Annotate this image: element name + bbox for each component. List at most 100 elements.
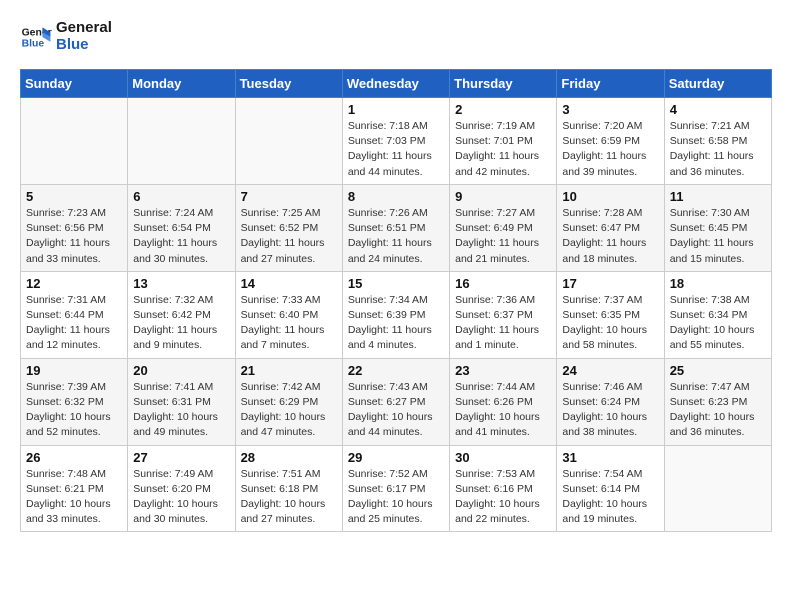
day-number: 17 — [562, 276, 658, 291]
day-info: Sunrise: 7:34 AM Sunset: 6:39 PM Dayligh… — [348, 293, 444, 354]
day-number: 15 — [348, 276, 444, 291]
day-number: 24 — [562, 363, 658, 378]
day-number: 1 — [348, 102, 444, 117]
calendar-cell: 26Sunrise: 7:48 AM Sunset: 6:21 PM Dayli… — [21, 445, 128, 532]
calendar-cell: 15 Sunrise: 7:34 AM Sunset: 6:39 PM Dayli… — [342, 271, 449, 358]
calendar-cell — [664, 445, 771, 532]
day-header-saturday: Saturday — [664, 70, 771, 98]
day-number: 31 — [562, 450, 658, 465]
calendar-cell — [21, 98, 128, 185]
day-info: Sunrise: 7:47 AM Sunset: 6:23 PM Dayligh… — [670, 380, 766, 441]
week-row-3: 12 Sunrise: 7:31 AM Sunset: 6:44 PM Dayli… — [21, 271, 772, 358]
day-header-friday: Friday — [557, 70, 664, 98]
logo: General Blue General Blue — [20, 20, 112, 53]
day-number: 23 — [455, 363, 551, 378]
day-number: 9 — [455, 189, 551, 204]
calendar-cell: 7 Sunrise: 7:25 AM Sunset: 6:52 PM Daylig… — [235, 184, 342, 271]
calendar-table: SundayMondayTuesdayWednesdayThursdayFrid… — [20, 69, 772, 532]
day-info: Sunrise: 7:21 AM Sunset: 6:58 PM Dayligh… — [670, 119, 766, 180]
week-row-2: 5 Sunrise: 7:23 AM Sunset: 6:56 PM Daylig… — [21, 184, 772, 271]
calendar-cell: 3 Sunrise: 7:20 AM Sunset: 6:59 PM Daylig… — [557, 98, 664, 185]
day-info: Sunrise: 7:33 AM Sunset: 6:40 PM Dayligh… — [241, 293, 337, 354]
day-number: 27 — [133, 450, 229, 465]
calendar-cell: 21Sunrise: 7:42 AM Sunset: 6:29 PM Dayli… — [235, 358, 342, 445]
day-number: 3 — [562, 102, 658, 117]
calendar-cell: 17 Sunrise: 7:37 AM Sunset: 6:35 PM Dayli… — [557, 271, 664, 358]
day-number: 5 — [26, 189, 122, 204]
day-info: Sunrise: 7:28 AM Sunset: 6:47 PM Dayligh… — [562, 206, 658, 267]
day-number: 20 — [133, 363, 229, 378]
calendar-cell: 19Sunrise: 7:39 AM Sunset: 6:32 PM Dayli… — [21, 358, 128, 445]
day-number: 30 — [455, 450, 551, 465]
day-info: Sunrise: 7:26 AM Sunset: 6:51 PM Dayligh… — [348, 206, 444, 267]
day-header-tuesday: Tuesday — [235, 70, 342, 98]
day-info: Sunrise: 7:46 AM Sunset: 6:24 PM Dayligh… — [562, 380, 658, 441]
calendar-cell: 25Sunrise: 7:47 AM Sunset: 6:23 PM Dayli… — [664, 358, 771, 445]
calendar-cell: 28Sunrise: 7:51 AM Sunset: 6:18 PM Dayli… — [235, 445, 342, 532]
day-number: 16 — [455, 276, 551, 291]
day-number: 28 — [241, 450, 337, 465]
calendar-cell: 18 Sunrise: 7:38 AM Sunset: 6:34 PM Dayli… — [664, 271, 771, 358]
calendar-cell: 20 Sunrise: 7:41 AM Sunset: 6:31 PM Dayli… — [128, 358, 235, 445]
day-info: Sunrise: 7:48 AM Sunset: 6:21 PM Dayligh… — [26, 467, 122, 528]
day-info: Sunrise: 7:54 AM Sunset: 6:14 PM Dayligh… — [562, 467, 658, 528]
day-number: 12 — [26, 276, 122, 291]
calendar-cell: 6 Sunrise: 7:24 AM Sunset: 6:54 PM Daylig… — [128, 184, 235, 271]
calendar-cell: 8 Sunrise: 7:26 AM Sunset: 6:51 PM Daylig… — [342, 184, 449, 271]
day-header-monday: Monday — [128, 70, 235, 98]
week-row-1: 1 Sunrise: 7:18 AM Sunset: 7:03 PM Daylig… — [21, 98, 772, 185]
day-number: 21 — [241, 363, 337, 378]
day-info: Sunrise: 7:23 AM Sunset: 6:56 PM Dayligh… — [26, 206, 122, 267]
day-number: 14 — [241, 276, 337, 291]
calendar-cell: 22Sunrise: 7:43 AM Sunset: 6:27 PM Dayli… — [342, 358, 449, 445]
calendar-cell: 29 Sunrise: 7:52 AM Sunset: 6:17 PM Dayli… — [342, 445, 449, 532]
calendar-cell: 2 Sunrise: 7:19 AM Sunset: 7:01 PM Daylig… — [450, 98, 557, 185]
day-number: 7 — [241, 189, 337, 204]
day-info: Sunrise: 7:44 AM Sunset: 6:26 PM Dayligh… — [455, 380, 551, 441]
calendar-cell: 12 Sunrise: 7:31 AM Sunset: 6:44 PM Dayli… — [21, 271, 128, 358]
calendar-cell — [128, 98, 235, 185]
week-row-5: 26Sunrise: 7:48 AM Sunset: 6:21 PM Dayli… — [21, 445, 772, 532]
calendar-cell: 23 Sunrise: 7:44 AM Sunset: 6:26 PM Dayli… — [450, 358, 557, 445]
calendar-cell: 31 Sunrise: 7:54 AM Sunset: 6:14 PM Dayli… — [557, 445, 664, 532]
day-info: Sunrise: 7:31 AM Sunset: 6:44 PM Dayligh… — [26, 293, 122, 354]
day-number: 11 — [670, 189, 766, 204]
calendar-cell — [235, 98, 342, 185]
day-info: Sunrise: 7:38 AM Sunset: 6:34 PM Dayligh… — [670, 293, 766, 354]
day-info: Sunrise: 7:53 AM Sunset: 6:16 PM Dayligh… — [455, 467, 551, 528]
day-header-sunday: Sunday — [21, 70, 128, 98]
day-info: Sunrise: 7:43 AM Sunset: 6:27 PM Dayligh… — [348, 380, 444, 441]
day-info: Sunrise: 7:19 AM Sunset: 7:01 PM Dayligh… — [455, 119, 551, 180]
day-info: Sunrise: 7:32 AM Sunset: 6:42 PM Dayligh… — [133, 293, 229, 354]
day-info: Sunrise: 7:20 AM Sunset: 6:59 PM Dayligh… — [562, 119, 658, 180]
page-header: General Blue General Blue — [20, 20, 772, 53]
day-info: Sunrise: 7:41 AM Sunset: 6:31 PM Dayligh… — [133, 380, 229, 441]
day-number: 18 — [670, 276, 766, 291]
day-number: 2 — [455, 102, 551, 117]
day-number: 4 — [670, 102, 766, 117]
week-row-4: 19Sunrise: 7:39 AM Sunset: 6:32 PM Dayli… — [21, 358, 772, 445]
calendar-cell: 1 Sunrise: 7:18 AM Sunset: 7:03 PM Daylig… — [342, 98, 449, 185]
day-info: Sunrise: 7:18 AM Sunset: 7:03 PM Dayligh… — [348, 119, 444, 180]
day-info: Sunrise: 7:52 AM Sunset: 6:17 PM Dayligh… — [348, 467, 444, 528]
day-info: Sunrise: 7:25 AM Sunset: 6:52 PM Dayligh… — [241, 206, 337, 267]
day-info: Sunrise: 7:24 AM Sunset: 6:54 PM Dayligh… — [133, 206, 229, 267]
day-number: 10 — [562, 189, 658, 204]
calendar-cell: 5 Sunrise: 7:23 AM Sunset: 6:56 PM Daylig… — [21, 184, 128, 271]
day-number: 6 — [133, 189, 229, 204]
day-info: Sunrise: 7:30 AM Sunset: 6:45 PM Dayligh… — [670, 206, 766, 267]
day-number: 13 — [133, 276, 229, 291]
logo-text: General Blue — [56, 20, 112, 53]
calendar-cell: 13 Sunrise: 7:32 AM Sunset: 6:42 PM Dayli… — [128, 271, 235, 358]
calendar-cell: 4 Sunrise: 7:21 AM Sunset: 6:58 PM Daylig… — [664, 98, 771, 185]
calendar-cell: 16Sunrise: 7:36 AM Sunset: 6:37 PM Dayli… — [450, 271, 557, 358]
calendar-cell: 9Sunrise: 7:27 AM Sunset: 6:49 PM Daylig… — [450, 184, 557, 271]
day-info: Sunrise: 7:49 AM Sunset: 6:20 PM Dayligh… — [133, 467, 229, 528]
calendar-cell: 11 Sunrise: 7:30 AM Sunset: 6:45 PM Dayli… — [664, 184, 771, 271]
day-number: 8 — [348, 189, 444, 204]
day-number: 29 — [348, 450, 444, 465]
day-info: Sunrise: 7:37 AM Sunset: 6:35 PM Dayligh… — [562, 293, 658, 354]
calendar-cell: 27 Sunrise: 7:49 AM Sunset: 6:20 PM Dayli… — [128, 445, 235, 532]
calendar-cell: 14 Sunrise: 7:33 AM Sunset: 6:40 PM Dayli… — [235, 271, 342, 358]
day-header-thursday: Thursday — [450, 70, 557, 98]
